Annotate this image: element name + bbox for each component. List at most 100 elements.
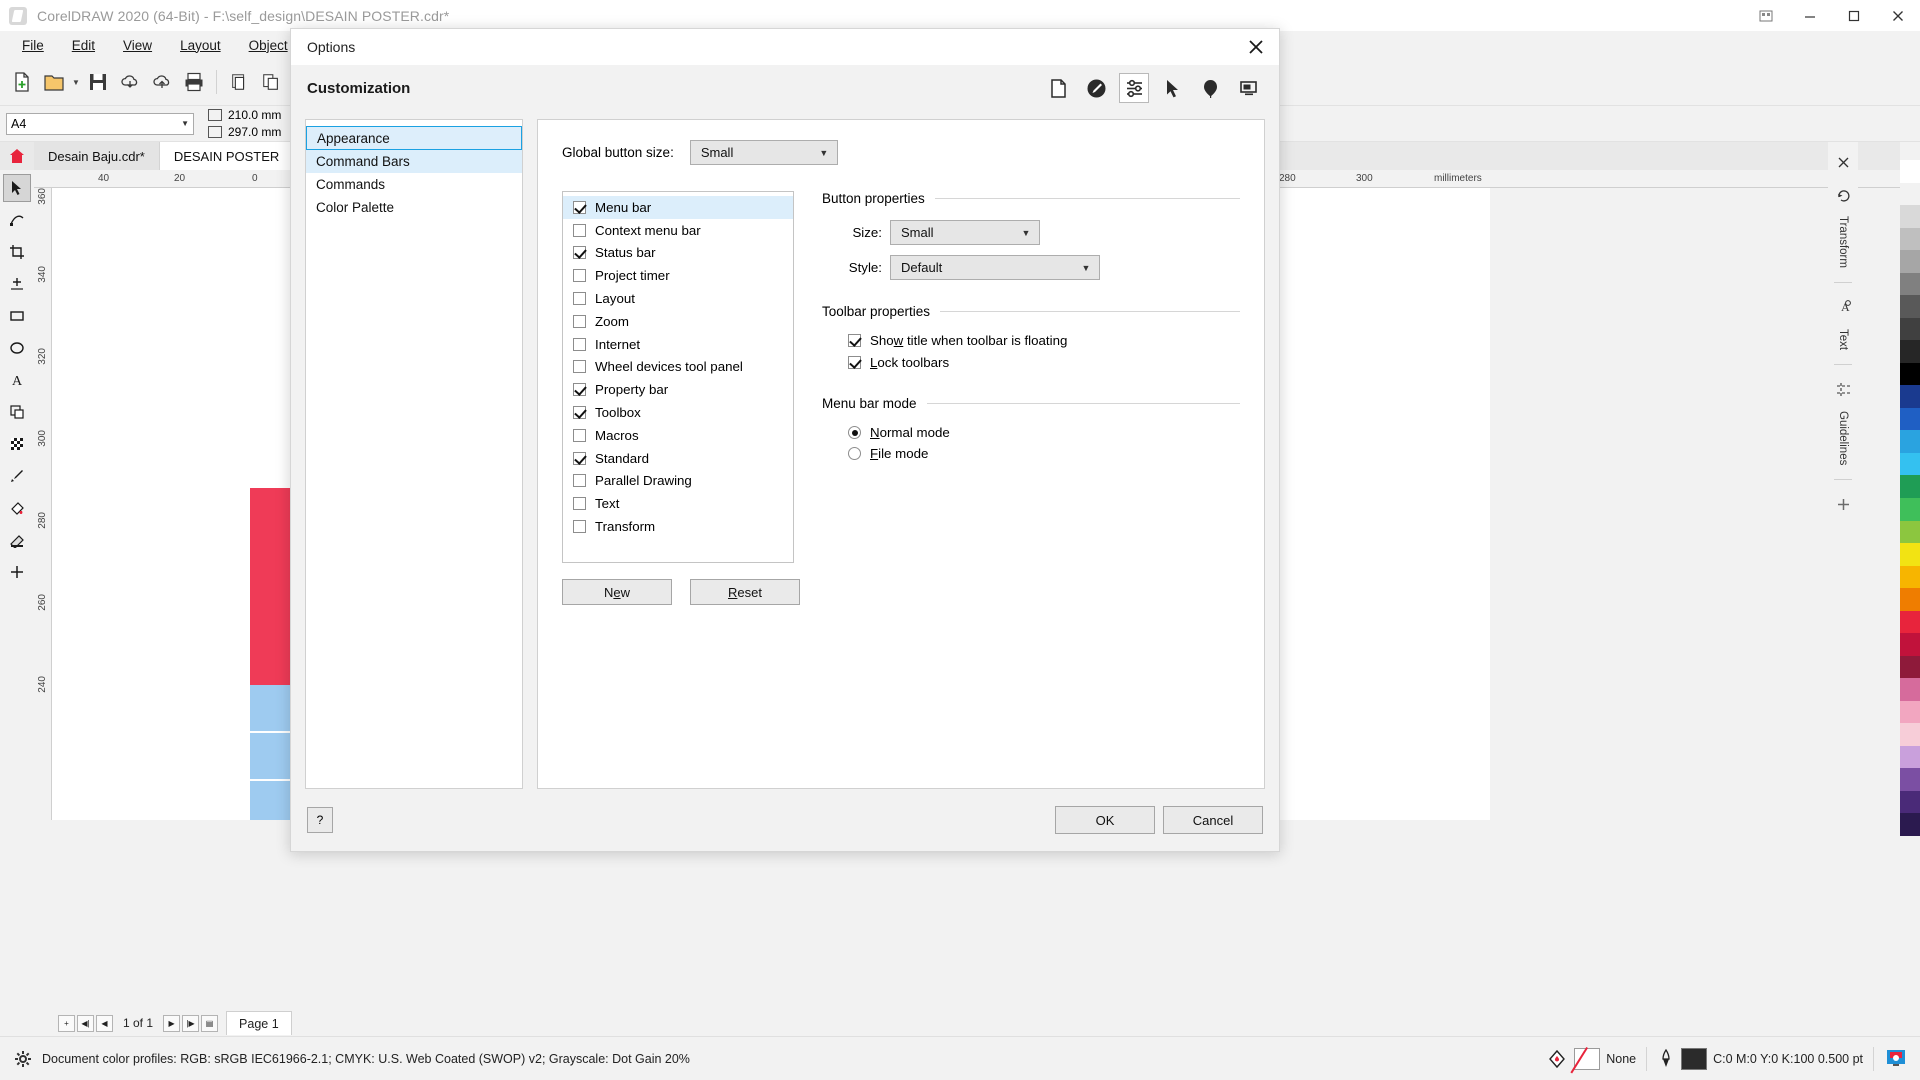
palette-swatch[interactable] xyxy=(1900,746,1920,769)
document-tab-desain-poster[interactable]: DESAIN POSTER xyxy=(160,142,294,170)
docker-label-text[interactable]: Text xyxy=(1837,329,1849,350)
add-tool-icon[interactable] xyxy=(3,558,31,586)
button-size-select[interactable]: Small ▼ xyxy=(890,220,1040,245)
page-width-row[interactable]: 210.0 mm xyxy=(208,108,281,122)
palette-swatch[interactable] xyxy=(1900,408,1920,431)
last-page-icon[interactable]: |▶ xyxy=(182,1015,199,1032)
list-item[interactable]: Internet xyxy=(563,333,793,356)
document-tab-desain-baju[interactable]: Desain Baju.cdr* xyxy=(34,142,160,170)
page-height-row[interactable]: 297.0 mm xyxy=(208,125,281,139)
interactive-fill-tool-icon[interactable] xyxy=(3,494,31,522)
checkbox-project-timer[interactable] xyxy=(573,269,586,282)
menu-item-file[interactable]: File xyxy=(8,34,58,57)
cancel-button[interactable]: Cancel xyxy=(1163,806,1263,834)
list-item[interactable]: Wheel devices tool panel xyxy=(563,356,793,379)
list-item[interactable]: Text xyxy=(563,492,793,515)
button-style-select[interactable]: Default ▼ xyxy=(890,255,1100,280)
checkbox-internet[interactable] xyxy=(573,338,586,351)
checkbox-layout[interactable] xyxy=(573,292,586,305)
list-item[interactable]: Property bar xyxy=(563,378,793,401)
list-item[interactable]: Zoom xyxy=(563,310,793,333)
palette-swatch[interactable] xyxy=(1900,813,1920,836)
nav-item-command-bars[interactable]: Command Bars xyxy=(306,150,522,173)
palette-swatch[interactable] xyxy=(1900,318,1920,341)
palette-swatch[interactable] xyxy=(1900,543,1920,566)
next-page-icon[interactable]: ▶ xyxy=(163,1015,180,1032)
palette-swatch[interactable] xyxy=(1900,475,1920,498)
file-mode-option[interactable]: File mode xyxy=(822,446,1240,461)
nav-item-color-palette[interactable]: Color Palette xyxy=(306,196,522,219)
list-item[interactable]: Menu bar xyxy=(563,196,793,219)
global-balloon-icon[interactable] xyxy=(1195,73,1225,103)
reset-button[interactable]: Reset xyxy=(690,579,800,605)
checkbox-context-menu-bar[interactable] xyxy=(573,224,586,237)
palette-swatch[interactable] xyxy=(1900,205,1920,228)
nav-item-appearance[interactable]: Appearance xyxy=(306,126,522,150)
open-document-caret-icon[interactable]: ▼ xyxy=(70,66,82,98)
checkbox-macros[interactable] xyxy=(573,429,586,442)
text-tool-icon[interactable]: A xyxy=(3,366,31,394)
palette-swatch[interactable] xyxy=(1900,273,1920,296)
customization-sliders-icon[interactable] xyxy=(1119,73,1149,103)
show-title-floating-option[interactable]: Show title when toolbar is floating xyxy=(822,333,1240,348)
crop-tool-icon[interactable] xyxy=(3,238,31,266)
add-docker-icon[interactable] xyxy=(1829,490,1857,518)
document-page-icon[interactable] xyxy=(1043,73,1073,103)
palette-swatch[interactable] xyxy=(1900,656,1920,679)
save-document-icon[interactable] xyxy=(82,66,114,98)
palette-swatch[interactable] xyxy=(1900,678,1920,701)
previous-page-icon[interactable]: ◀ xyxy=(96,1015,113,1032)
palette-swatch[interactable] xyxy=(1900,160,1920,183)
cloud-upload-icon[interactable] xyxy=(146,66,178,98)
menu-item-edit[interactable]: Edit xyxy=(58,34,109,57)
tools-cursor-icon[interactable] xyxy=(1157,73,1187,103)
smart-fill-tool-icon[interactable] xyxy=(3,526,31,554)
close-icon[interactable] xyxy=(1233,29,1279,65)
fill-indicator[interactable]: None xyxy=(1546,1048,1636,1070)
palette-swatch[interactable] xyxy=(1900,295,1920,318)
nav-item-commands[interactable]: Commands xyxy=(306,173,522,196)
copy-icon[interactable] xyxy=(255,66,287,98)
color-palette[interactable] xyxy=(1900,160,1920,836)
outline-indicator[interactable]: C:0 M:0 Y:0 K:100 0.500 pt xyxy=(1657,1048,1863,1070)
paper-size-select[interactable]: A4 ▼ xyxy=(6,113,194,135)
palette-swatch[interactable] xyxy=(1900,701,1920,724)
palette-swatch[interactable] xyxy=(1900,340,1920,363)
checkbox-menu-bar[interactable] xyxy=(573,201,586,214)
palette-swatch[interactable] xyxy=(1900,791,1920,814)
palette-swatch[interactable] xyxy=(1900,566,1920,589)
palette-swatch[interactable] xyxy=(1900,430,1920,453)
palette-swatch[interactable] xyxy=(1900,633,1920,656)
list-item[interactable]: Toolbox xyxy=(563,401,793,424)
palette-swatch[interactable] xyxy=(1900,723,1920,746)
artwork-red-shape[interactable] xyxy=(250,488,290,688)
palette-swatch[interactable] xyxy=(1900,250,1920,273)
palette-swatch[interactable] xyxy=(1900,453,1920,476)
checkbox-zoom[interactable] xyxy=(573,315,586,328)
normal-mode-option[interactable]: Normal mode xyxy=(822,425,1240,440)
palette-swatch[interactable] xyxy=(1900,498,1920,521)
command-bars-list[interactable]: Menu bar Context menu bar Status bar xyxy=(562,191,794,563)
cloud-download-icon[interactable] xyxy=(114,66,146,98)
palette-swatch[interactable] xyxy=(1900,768,1920,791)
list-item[interactable]: Layout xyxy=(563,287,793,310)
checkbox-toolbox[interactable] xyxy=(573,406,586,419)
close-docker-icon[interactable] xyxy=(1829,148,1857,176)
transparency-tool-icon[interactable] xyxy=(3,430,31,458)
parallel-dimension-tool-icon[interactable] xyxy=(3,398,31,426)
palette-swatch[interactable] xyxy=(1900,385,1920,408)
artwork-blue-shape[interactable] xyxy=(250,685,290,731)
restore-workspace-icon[interactable] xyxy=(1744,0,1788,31)
palette-swatch[interactable] xyxy=(1900,588,1920,611)
print-icon[interactable] xyxy=(178,66,210,98)
color-proof-icon[interactable] xyxy=(1884,1048,1908,1070)
checkbox-property-bar[interactable] xyxy=(573,383,586,396)
checkbox-lock-toolbars[interactable] xyxy=(848,356,861,369)
checkbox-parallel-drawing[interactable] xyxy=(573,474,586,487)
pick-tool-icon[interactable] xyxy=(3,174,31,202)
palette-swatch[interactable] xyxy=(1900,611,1920,634)
menu-item-view[interactable]: View xyxy=(109,34,166,57)
artwork-blue-shape[interactable] xyxy=(250,733,290,779)
home-icon[interactable] xyxy=(0,142,34,170)
maximize-icon[interactable] xyxy=(1832,0,1876,31)
